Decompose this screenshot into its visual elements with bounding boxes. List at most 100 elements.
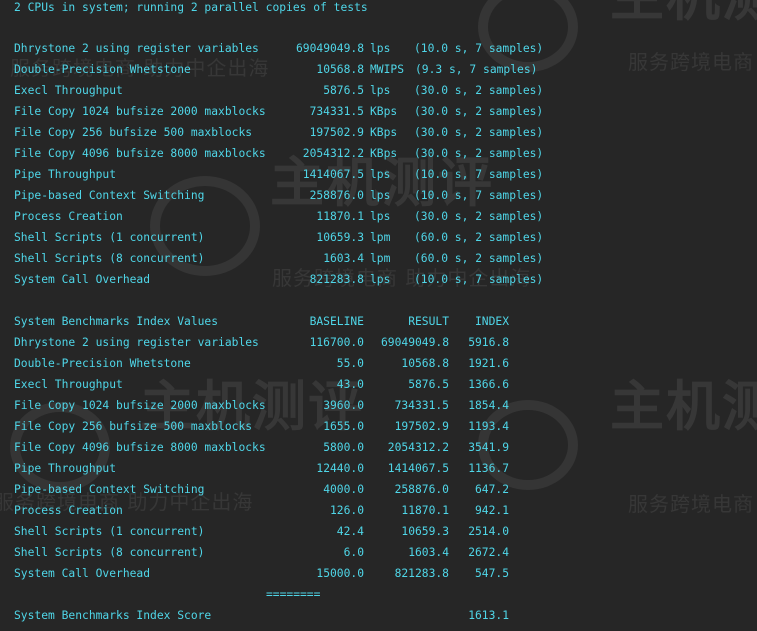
column-header-index: INDEX bbox=[474, 315, 509, 328]
index-row-result: 258876.0 bbox=[394, 483, 449, 496]
index-row-baseline: 42.4 bbox=[336, 525, 364, 538]
result-row-unit: lps bbox=[370, 189, 391, 202]
index-row-index: 1366.6 bbox=[468, 378, 509, 391]
index-row-index: 547.5 bbox=[474, 567, 509, 580]
test-header: 2 CPUs in system; running 2 parallel cop… bbox=[14, 1, 368, 14]
index-row-baseline: 5800.0 bbox=[323, 441, 364, 454]
result-row-detail: (10.0 s, 7 samples) bbox=[414, 42, 544, 55]
watermark-brand: 主机测评 bbox=[610, 0, 757, 24]
result-row-unit: lps bbox=[370, 168, 391, 181]
watermark-slogan: 服务跨境电商 bbox=[628, 50, 754, 74]
result-row-detail: (10.0 s, 7 samples) bbox=[414, 168, 544, 181]
terminal-window[interactable]: 主机测评 服务跨境电商 服务跨境电商 助力中企出海 主机测评 服务跨境电商 助力… bbox=[0, 0, 757, 631]
result-row-detail: (10.0 s, 7 samples) bbox=[414, 189, 544, 202]
result-row-value: 11870.1 bbox=[316, 210, 364, 223]
index-row-name: Process Creation bbox=[14, 504, 123, 517]
index-table-title: System Benchmarks Index Values bbox=[14, 315, 219, 328]
index-row-result: 1603.4 bbox=[408, 546, 449, 559]
result-row-name: File Copy 1024 bufsize 2000 maxblocks bbox=[14, 105, 266, 118]
result-row-value: 197502.9 bbox=[309, 126, 364, 139]
result-row-detail: (60.0 s, 2 samples) bbox=[414, 231, 544, 244]
result-row-value: 1414067.5 bbox=[302, 168, 364, 181]
result-row-name: Execl Throughput bbox=[14, 84, 123, 97]
index-row-baseline: 3960.0 bbox=[323, 399, 364, 412]
index-row-baseline: 116700.0 bbox=[309, 336, 364, 349]
result-row-name: File Copy 256 bufsize 500 maxblocks bbox=[14, 126, 253, 139]
result-row-value: 10659.3 bbox=[316, 231, 364, 244]
index-row-baseline: 126.0 bbox=[329, 504, 364, 517]
result-row-name: Process Creation bbox=[14, 210, 123, 223]
index-row-baseline: 4000.0 bbox=[323, 483, 364, 496]
result-row-name: Shell Scripts (1 concurrent) bbox=[14, 231, 205, 244]
result-row-value: 2054312.2 bbox=[302, 147, 364, 160]
result-row-unit: MWIPS bbox=[370, 63, 405, 76]
column-header-baseline: BASELINE bbox=[309, 315, 364, 328]
result-row-name: System Call Overhead bbox=[14, 273, 151, 286]
index-score-label: System Benchmarks Index Score bbox=[14, 609, 212, 622]
result-row-name: Double-Precision Whetstone bbox=[14, 63, 191, 76]
result-row-detail: (30.0 s, 2 samples) bbox=[414, 210, 544, 223]
result-row-detail: (30.0 s, 2 samples) bbox=[414, 84, 544, 97]
index-row-baseline: 6.0 bbox=[343, 546, 364, 559]
index-row-baseline: 1655.0 bbox=[323, 420, 364, 433]
index-row-name: Pipe-based Context Switching bbox=[14, 483, 205, 496]
column-header-result: RESULT bbox=[408, 315, 449, 328]
result-row-detail: (30.0 s, 2 samples) bbox=[414, 147, 544, 160]
index-row-index: 1136.7 bbox=[468, 462, 509, 475]
result-row-value: 258876.0 bbox=[309, 189, 364, 202]
result-row-value: 10568.8 bbox=[316, 63, 364, 76]
result-row-value: 5876.5 bbox=[323, 84, 364, 97]
result-row-unit: KBps bbox=[370, 105, 398, 118]
index-row-result: 197502.9 bbox=[394, 420, 449, 433]
index-row-index: 1193.4 bbox=[468, 420, 509, 433]
index-row-result: 734331.5 bbox=[394, 399, 449, 412]
watermark-brand: 主机测评 bbox=[610, 375, 757, 438]
result-row-unit: lpm bbox=[370, 252, 391, 265]
index-row-result: 1414067.5 bbox=[387, 462, 449, 475]
result-row-unit: KBps bbox=[370, 126, 398, 139]
index-row-name: File Copy 4096 bufsize 8000 maxblocks bbox=[14, 441, 266, 454]
result-row-name: Dhrystone 2 using register variables bbox=[14, 42, 259, 55]
result-row-detail: (60.0 s, 2 samples) bbox=[414, 252, 544, 265]
index-row-index: 647.2 bbox=[474, 483, 509, 496]
result-row-detail: (30.0 s, 2 samples) bbox=[414, 105, 544, 118]
index-row-index: 2672.4 bbox=[468, 546, 509, 559]
result-row-name: File Copy 4096 bufsize 8000 maxblocks bbox=[14, 147, 266, 160]
index-row-index: 1854.4 bbox=[468, 399, 509, 412]
result-row-detail: (30.0 s, 2 samples) bbox=[414, 126, 544, 139]
index-row-name: Double-Precision Whetstone bbox=[14, 357, 191, 370]
index-row-result: 10568.8 bbox=[401, 357, 449, 370]
index-row-index: 5916.8 bbox=[468, 336, 509, 349]
index-row-name: File Copy 1024 bufsize 2000 maxblocks bbox=[14, 399, 266, 412]
index-row-baseline: 12440.0 bbox=[316, 462, 364, 475]
index-row-result: 69049049.8 bbox=[380, 336, 449, 349]
index-row-name: Dhrystone 2 using register variables bbox=[14, 336, 259, 349]
index-separator: ======== bbox=[266, 588, 321, 601]
result-row-unit: lps bbox=[370, 42, 391, 55]
index-row-index: 942.1 bbox=[474, 504, 509, 517]
index-row-result: 2054312.2 bbox=[387, 441, 449, 454]
result-row-unit: lps bbox=[370, 273, 391, 286]
index-row-name: Shell Scripts (8 concurrent) bbox=[14, 546, 205, 559]
result-row-value: 69049049.8 bbox=[295, 42, 364, 55]
result-row-value: 1603.4 bbox=[323, 252, 364, 265]
index-row-index: 3541.9 bbox=[468, 441, 509, 454]
result-row-unit: KBps bbox=[370, 147, 398, 160]
result-row-unit: lps bbox=[370, 84, 391, 97]
result-row-value: 734331.5 bbox=[309, 105, 364, 118]
result-row-unit: lpm bbox=[370, 231, 391, 244]
index-row-index: 1921.6 bbox=[468, 357, 509, 370]
index-row-baseline: 55.0 bbox=[336, 357, 364, 370]
result-row-name: Pipe Throughput bbox=[14, 168, 117, 181]
index-row-name: File Copy 256 bufsize 500 maxblocks bbox=[14, 420, 253, 433]
index-row-result: 11870.1 bbox=[401, 504, 449, 517]
index-row-name: System Call Overhead bbox=[14, 567, 151, 580]
result-row-value: 821283.8 bbox=[309, 273, 364, 286]
index-score-value: 1613.1 bbox=[468, 609, 509, 622]
index-row-name: Pipe Throughput bbox=[14, 462, 117, 475]
index-row-baseline: 15000.0 bbox=[316, 567, 364, 580]
result-row-unit: lps bbox=[370, 210, 391, 223]
result-row-detail: (9.3 s, 7 samples) bbox=[415, 63, 538, 76]
index-row-name: Shell Scripts (1 concurrent) bbox=[14, 525, 205, 538]
result-row-name: Shell Scripts (8 concurrent) bbox=[14, 252, 205, 265]
